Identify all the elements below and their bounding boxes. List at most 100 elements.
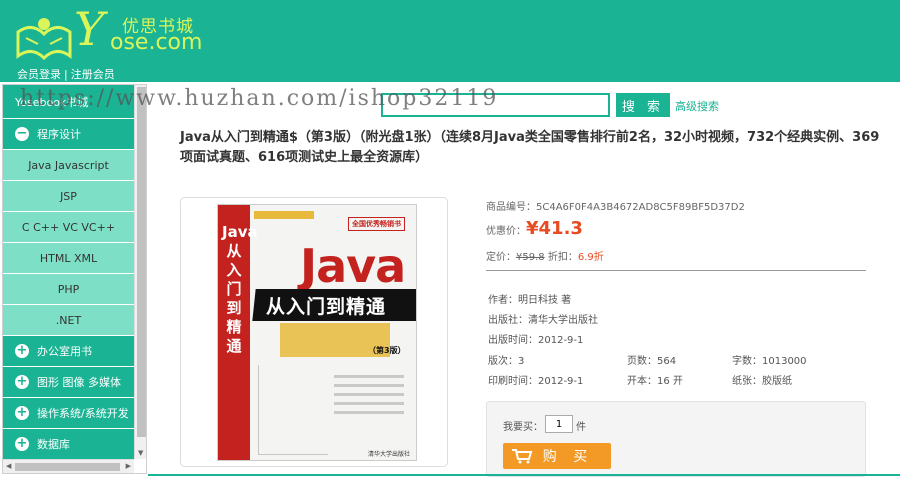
price-label: 优惠价： xyxy=(486,226,526,237)
logo-letter: Y xyxy=(74,2,105,56)
buy-button-label: 购 买 xyxy=(542,449,594,465)
book-cover-image[interactable]: Java 从入门到精通 全国优秀畅销书 Java 从入门到精通 （第3版） 清华… xyxy=(217,204,417,461)
cover-edition: （第3版） xyxy=(368,346,406,355)
paper-field: 纸张：胶版纸 xyxy=(732,372,792,387)
pages-field: 页数：564 xyxy=(627,352,676,367)
sidebar-category-os[interactable]: + 操作系统/系统开发 xyxy=(3,398,134,429)
category-label: 图形 图像 多媒体 xyxy=(37,376,121,389)
pages-label: 页数： xyxy=(627,356,657,367)
edition-field: 版次：3 xyxy=(488,352,524,367)
info-divider xyxy=(486,270,866,271)
sale-price: ¥41.3 xyxy=(526,218,583,239)
format-value: 16 开 xyxy=(657,376,683,387)
category-label: 程序设计 xyxy=(37,128,81,141)
scroll-down-icon[interactable]: ▼ xyxy=(138,449,143,457)
footer-divider xyxy=(148,474,900,476)
printdate-label: 印刷时间： xyxy=(488,376,538,387)
cover-java-title: Java xyxy=(300,239,406,293)
member-links: 会员登录 | 注册会员 xyxy=(17,66,115,82)
sidebar-category-office[interactable]: + 办公室用书 xyxy=(3,336,134,367)
plus-icon: + xyxy=(15,374,29,389)
cover-illustration xyxy=(258,365,328,455)
sidebar-item-java[interactable]: Java Javascript xyxy=(3,150,134,181)
sidebar-item-jsp[interactable]: JSP xyxy=(3,181,134,212)
site-header: Y 优思书城 ose.com 会员登录 | 注册会员 xyxy=(0,0,900,82)
paper-value: 胶版纸 xyxy=(762,376,792,387)
open-book-icon xyxy=(16,18,72,60)
advanced-search-link[interactable]: 高级搜索 xyxy=(675,98,719,114)
quantity-unit: 件 xyxy=(576,422,586,433)
cover-spine: Java 从入门到精通 xyxy=(218,205,258,460)
publisher-field: 出版社：清华大学出版社 xyxy=(488,311,598,326)
logo-domain: ose.com xyxy=(110,30,203,55)
cover-text-lines xyxy=(334,375,404,420)
sidebar-category-database[interactable]: + 数据库 xyxy=(3,429,134,460)
category-list: Yosebook书城 − 程序设计 Java Javascript JSP C … xyxy=(3,85,134,460)
scroll-thumb[interactable] xyxy=(137,87,146,437)
printdate-value: 2012-9-1 xyxy=(538,376,584,387)
plus-icon: + xyxy=(15,343,29,358)
cart-icon xyxy=(512,449,533,464)
printdate-field: 印刷时间：2012-9-1 xyxy=(488,372,583,387)
sidebar-item-php[interactable]: PHP xyxy=(3,274,134,305)
list-price-row: 定价：¥59.8 折扣：6.9折 xyxy=(486,248,604,263)
site-logo[interactable]: Y 优思书城 ose.com xyxy=(14,2,204,62)
pubdate-label: 出版时间： xyxy=(488,335,538,346)
quantity-input[interactable] xyxy=(545,415,573,433)
sidebar-category-graphics[interactable]: + 图形 图像 多媒体 xyxy=(3,367,134,398)
pubdate-value: 2012-9-1 xyxy=(538,335,584,346)
category-sidebar: Yosebook书城 − 程序设计 Java Javascript JSP C … xyxy=(2,84,147,474)
product-code-row: 商品编号：5C4A6F0F4A3B4672AD8C5F89BF5D37D2 xyxy=(486,198,745,213)
plus-icon: + xyxy=(15,405,29,420)
discount-label: 折扣： xyxy=(547,252,578,263)
product-title: Java从入门到精通$（第3版）（附光盘1张）（连续8月Java类全国零售排行前… xyxy=(180,130,880,165)
link-separator: | xyxy=(64,68,68,81)
discount-value: 6.9折 xyxy=(577,252,604,263)
price-row: 优惠价：¥41.3 xyxy=(486,218,583,239)
category-label: 操作系统/系统开发 xyxy=(37,407,129,420)
vertical-scrollbar[interactable]: ▼ xyxy=(134,85,146,459)
register-link[interactable]: 注册会员 xyxy=(71,68,115,81)
horizontal-scrollbar[interactable]: ◀ ▶ xyxy=(3,459,134,473)
spine-title: Java 从入门到精通 xyxy=(222,223,258,355)
scroll-right-icon[interactable]: ▶ xyxy=(126,462,131,470)
buy-button[interactable]: 购 买 xyxy=(503,443,611,469)
author-label: 作者： xyxy=(488,295,518,306)
product-code: 5C4A6F0F4A3B4672AD8C5F89BF5D37D2 xyxy=(536,202,745,213)
sidebar-category-programming[interactable]: − 程序设计 xyxy=(3,119,134,150)
cover-publisher: 清华大学出版社 xyxy=(368,451,411,458)
publisher-label: 出版社： xyxy=(488,315,528,326)
product-image-frame: Java 从入门到精通 全国优秀畅销书 Java 从入门到精通 （第3版） 清华… xyxy=(180,197,448,467)
minus-icon: − xyxy=(15,126,29,141)
category-label: 数据库 xyxy=(37,438,70,451)
login-link[interactable]: 会员登录 xyxy=(17,68,61,81)
pubdate-field: 出版时间：2012-9-1 xyxy=(488,331,583,346)
sidebar-item-net[interactable]: .NET xyxy=(3,305,134,336)
scroll-left-icon[interactable]: ◀ xyxy=(6,462,11,470)
plus-icon: + xyxy=(15,436,29,451)
paper-label: 纸张： xyxy=(732,376,762,387)
sidebar-item-html[interactable]: HTML XML xyxy=(3,243,134,274)
cover-subtitle: 从入门到精通 xyxy=(266,296,387,318)
words-field: 字数：1013000 xyxy=(732,352,807,367)
format-label: 开本： xyxy=(627,376,657,387)
search-button[interactable]: 搜 索 xyxy=(616,93,670,117)
buy-panel: 我要买： 件 购 买 xyxy=(486,401,866,477)
author-value: 明日科技 著 xyxy=(518,295,572,306)
words-value: 1013000 xyxy=(762,356,807,367)
author-field: 作者：明日科技 著 xyxy=(488,291,571,306)
scroll-thumb[interactable] xyxy=(15,463,120,471)
format-field: 开本：16 开 xyxy=(627,372,683,387)
edition-value: 3 xyxy=(518,356,525,367)
cover-decoration xyxy=(254,211,314,219)
words-label: 字数： xyxy=(732,356,762,367)
list-price-label: 定价： xyxy=(486,252,516,263)
category-label: 办公室用书 xyxy=(37,345,92,358)
quantity-label: 我要买： xyxy=(503,422,543,433)
code-label: 商品编号： xyxy=(486,202,536,213)
watermark-url: https://www.huzhan.com/ishop32119 xyxy=(20,86,499,111)
sidebar-item-c[interactable]: C C++ VC VC++ xyxy=(3,212,134,243)
pages-value: 564 xyxy=(657,356,677,367)
edition-label: 版次： xyxy=(488,356,518,367)
publisher-value: 清华大学出版社 xyxy=(528,315,598,326)
